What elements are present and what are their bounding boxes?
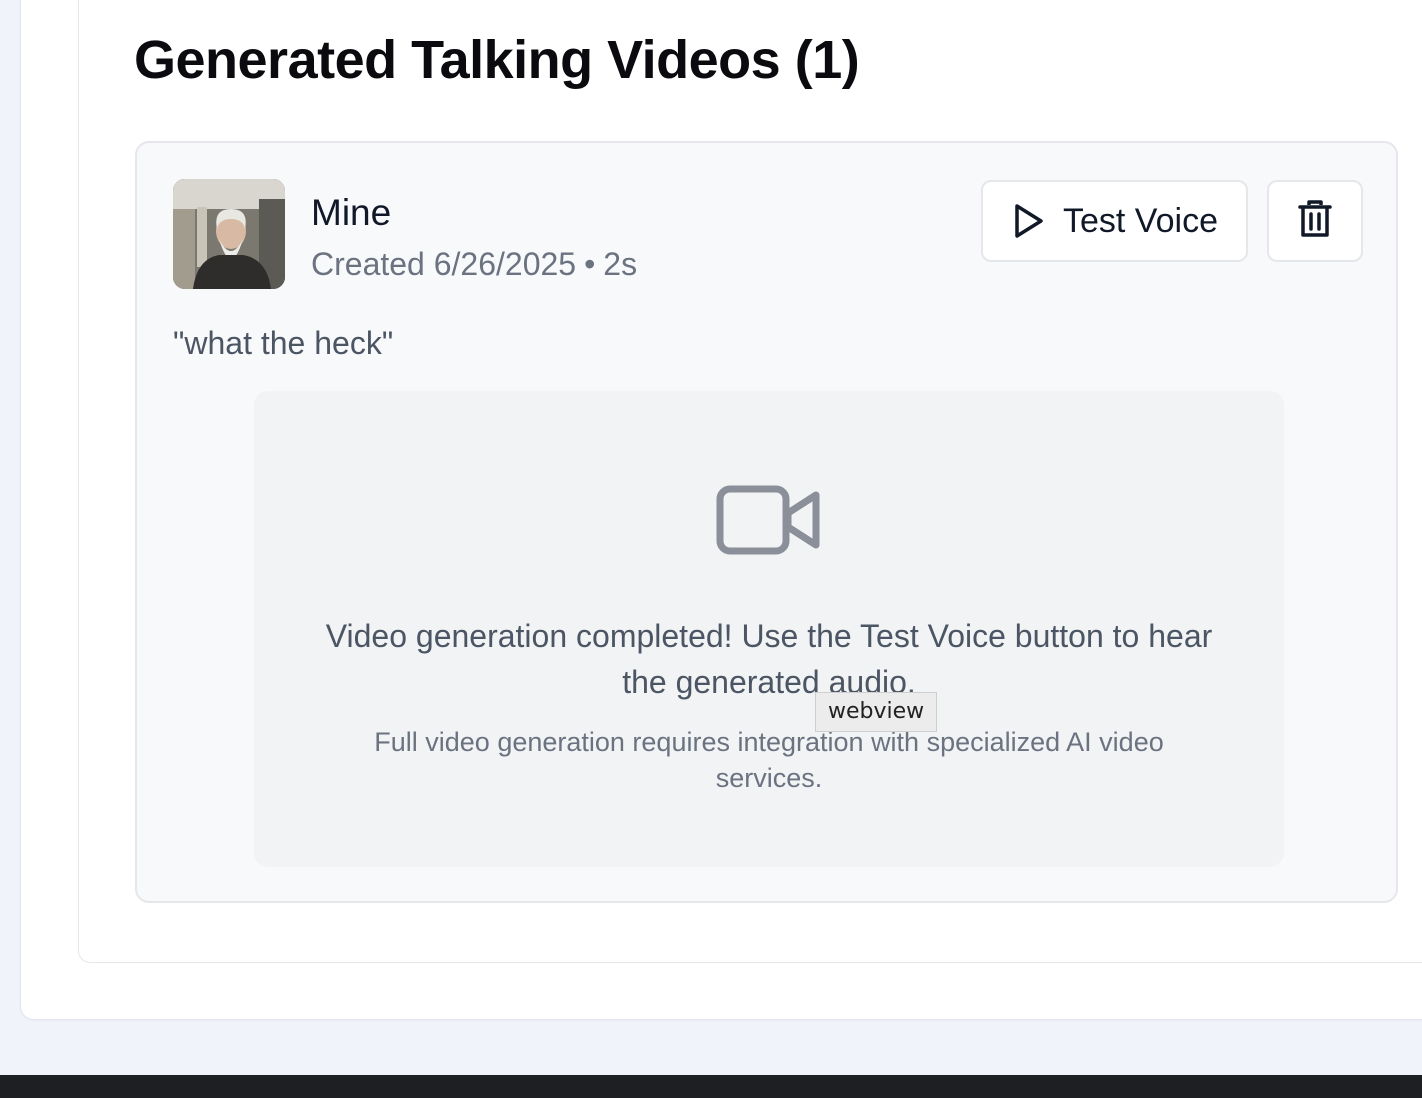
- placeholder-note: Full video generation requires integrati…: [374, 727, 1164, 793]
- created-date: Created 6/26/2025: [311, 246, 577, 282]
- tooltip: webview: [815, 692, 938, 732]
- video-name: Mine: [311, 192, 392, 233]
- play-icon: [1011, 203, 1045, 239]
- section-title: Generated Talking Videos (1): [134, 30, 860, 90]
- test-voice-label: Test Voice: [1063, 201, 1218, 240]
- meta-separator: •: [584, 246, 596, 282]
- video-placeholder: Video generation completed! Use the Test…: [254, 391, 1284, 867]
- delete-button[interactable]: [1267, 180, 1363, 262]
- avatar-thumbnail: [173, 179, 285, 289]
- video-card: Mine Created 6/26/2025 • 2s Test Voice "wh…: [135, 141, 1398, 903]
- dock-bar: [0, 1075, 1422, 1098]
- video-script-quote: "what the heck": [173, 325, 394, 361]
- video-duration: 2s: [603, 246, 638, 282]
- video-meta: Created 6/26/2025 • 2s: [311, 244, 637, 284]
- placeholder-message: Video generation completed! Use the Test…: [325, 618, 1213, 700]
- trash-icon: [1298, 199, 1332, 243]
- video-camera-icon: [716, 485, 820, 555]
- test-voice-button[interactable]: Test Voice: [981, 180, 1248, 262]
- avatar: [173, 179, 285, 289]
